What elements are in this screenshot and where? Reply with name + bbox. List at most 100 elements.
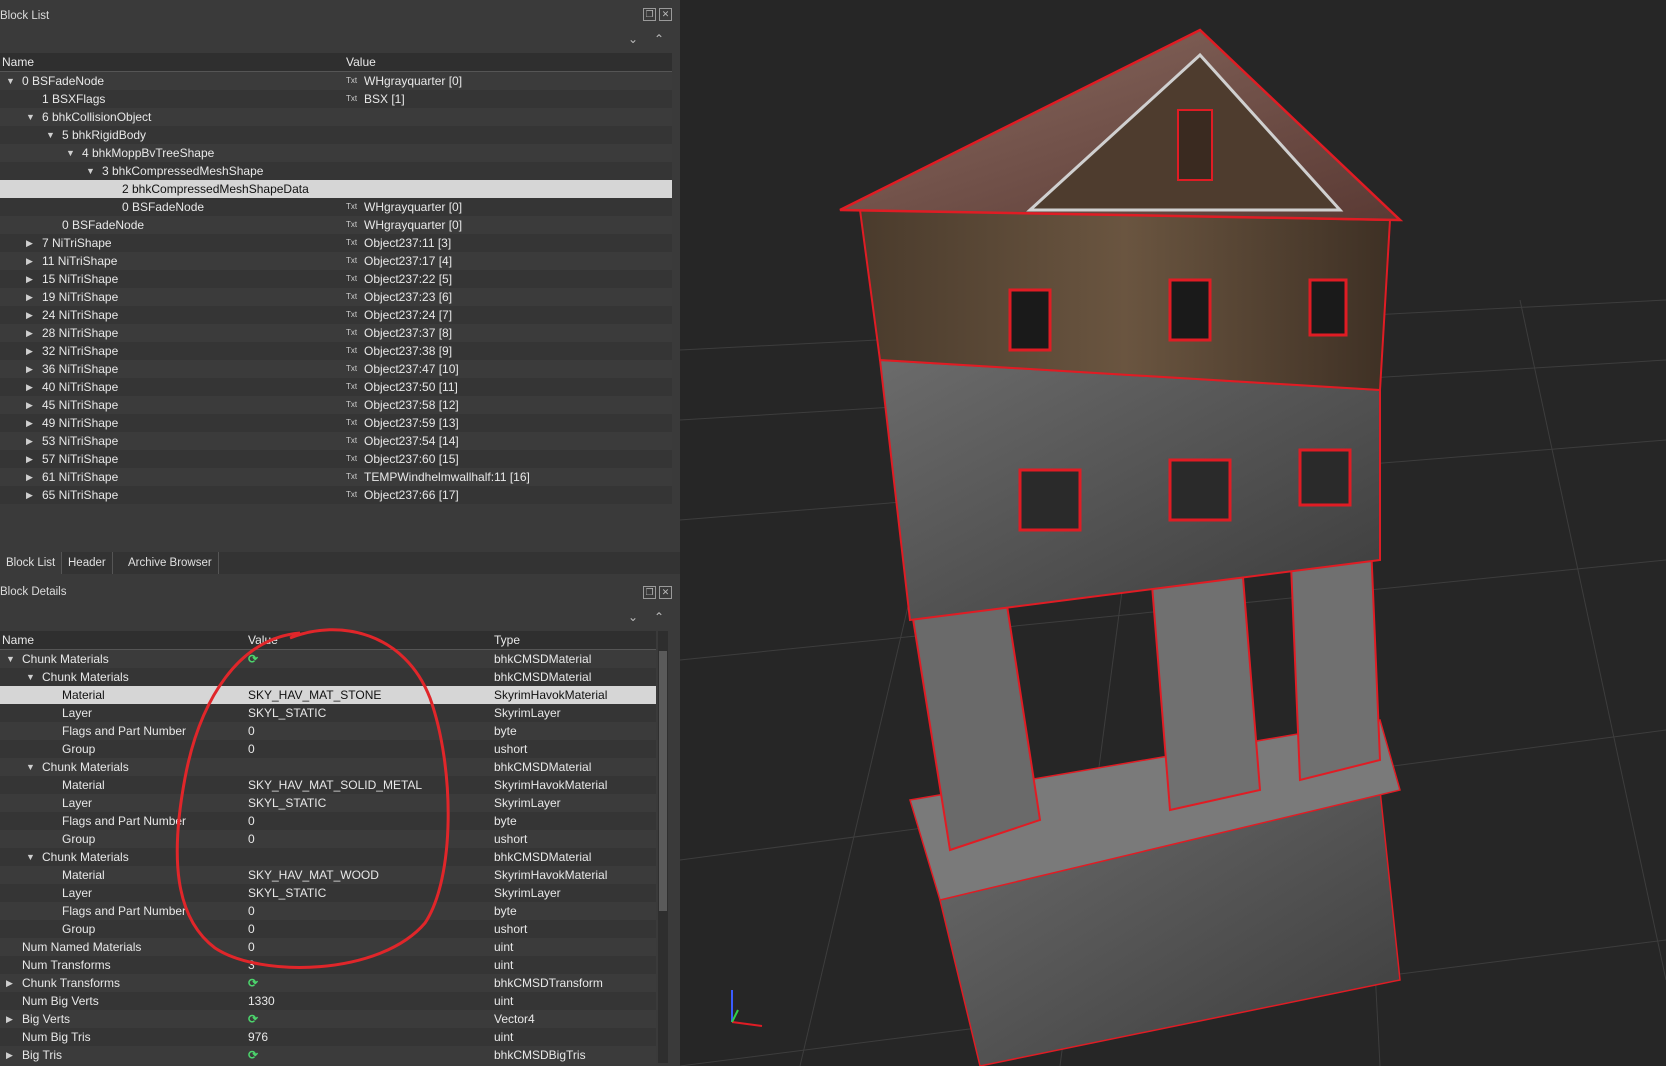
expand-arrow-icon[interactable]: ▶ [26,252,33,270]
details-row-value[interactable]: 976 [248,1030,268,1044]
collapse-arrow-icon[interactable]: ▼ [26,108,35,126]
refresh-icon[interactable]: ⟳ [248,1012,258,1026]
close-icon[interactable]: ✕ [659,586,672,599]
expand-arrow-icon[interactable]: ▶ [6,974,13,992]
collapse-arrow-icon[interactable]: ▼ [26,668,35,686]
expand-all-icon[interactable]: ⌄ [628,610,638,624]
expand-all-icon[interactable]: ⌄ [628,32,638,46]
details-row-value[interactable]: SKY_HAV_MAT_STONE [248,688,381,702]
details-row-value[interactable]: 0 [248,724,255,738]
details-row-value[interactable]: SKY_HAV_MAT_SOLID_METAL [248,778,422,792]
collapse-arrow-icon[interactable]: ▼ [66,144,75,162]
details-row[interactable]: Layer SKYL_STATIC SkyrimLayer [0,884,656,902]
expand-arrow-icon[interactable]: ▶ [26,288,33,306]
details-row[interactable]: ▼ Chunk Materials bhkCMSDMaterial [0,668,656,686]
tree-row[interactable]: ▶ 24 NiTriShape Txt Object237:24 [7] [0,306,672,324]
expand-arrow-icon[interactable]: ▶ [26,396,33,414]
details-row[interactable]: Flags and Part Number 0 byte [0,812,656,830]
tree-row[interactable]: ▶ 19 NiTriShape Txt Object237:23 [6] [0,288,672,306]
expand-arrow-icon[interactable]: ▶ [26,486,33,504]
float-icon[interactable]: ❐ [643,586,656,599]
expand-arrow-icon[interactable]: ▶ [26,270,33,288]
details-row[interactable]: Material SKY_HAV_MAT_STONE SkyrimHavokMate… [0,686,656,704]
tab-block-list[interactable]: Block List [0,552,63,574]
details-row-value[interactable]: 0 [248,742,255,756]
tab-header[interactable]: Header [62,552,113,574]
details-row[interactable]: ▼ Chunk Materials bhkCMSDMaterial [0,848,656,866]
expand-arrow-icon[interactable]: ▶ [26,468,33,486]
tree-row[interactable]: ▶ 11 NiTriShape Txt Object237:17 [4] [0,252,672,270]
details-row[interactable]: ▶ Big Tris ⟳ bhkCMSDBigTris [0,1046,656,1064]
tree-row[interactable]: 0 BSFadeNode Txt WHgrayquarter [0] [0,198,672,216]
details-row[interactable]: Num Named Materials 0 uint [0,938,656,956]
tree-row[interactable]: ▶ 65 NiTriShape Txt Object237:66 [17] [0,486,672,504]
collapse-all-icon[interactable]: ⌃ [654,32,664,46]
collapse-arrow-icon[interactable]: ▼ [26,758,35,776]
tree-row[interactable]: ▶ 49 NiTriShape Txt Object237:59 [13] [0,414,672,432]
details-row[interactable]: ▶ Big Verts ⟳ Vector4 [0,1010,656,1028]
details-row-value[interactable]: 0 [248,940,255,954]
tree-row[interactable]: ▼ 0 BSFadeNode Txt WHgrayquarter [0] [0,72,672,90]
details-row-value[interactable]: SKYL_STATIC [248,886,326,900]
details-row[interactable]: Group 0 ushort [0,830,656,848]
refresh-icon[interactable]: ⟳ [248,652,258,666]
tree-row[interactable]: 1 BSXFlags Txt BSX [1] [0,90,672,108]
details-row[interactable]: Flags and Part Number 0 byte [0,902,656,920]
details-row[interactable]: Layer SKYL_STATIC SkyrimLayer [0,704,656,722]
tree-row[interactable]: ▶ 45 NiTriShape Txt Object237:58 [12] [0,396,672,414]
refresh-icon[interactable]: ⟳ [248,1048,258,1062]
details-row-value[interactable]: 0 [248,922,255,936]
expand-arrow-icon[interactable]: ▶ [26,450,33,468]
collapse-all-icon[interactable]: ⌃ [654,610,664,624]
details-row-value[interactable]: 0 [248,832,255,846]
tree-row[interactable]: ▼ 6 bhkCollisionObject [0,108,672,126]
details-row[interactable]: ▼ Chunk Materials bhkCMSDMaterial [0,758,656,776]
expand-arrow-icon[interactable]: ▶ [26,414,33,432]
details-row[interactable]: Material SKY_HAV_MAT_WOOD SkyrimHavokMater… [0,866,656,884]
collapse-arrow-icon[interactable]: ▼ [6,650,15,668]
collapse-arrow-icon[interactable]: ▼ [86,162,95,180]
refresh-icon[interactable]: ⟳ [248,976,258,990]
column-header-name[interactable]: Name [2,633,34,647]
tree-row[interactable]: 0 BSFadeNode Txt WHgrayquarter [0] [0,216,672,234]
details-row[interactable]: Num Big Verts 1330 uint [0,992,656,1010]
tree-row[interactable]: ▶ 7 NiTriShape Txt Object237:11 [3] [0,234,672,252]
expand-arrow-icon[interactable]: ▶ [26,306,33,324]
tree-row[interactable]: ▶ 36 NiTriShape Txt Object237:47 [10] [0,360,672,378]
tab-archive-browser[interactable]: Archive Browser [122,552,219,574]
details-row-value[interactable]: 0 [248,814,255,828]
collapse-arrow-icon[interactable]: ▼ [26,848,35,866]
details-row[interactable]: Num Big Tris 976 uint [0,1028,656,1046]
details-row[interactable]: Num Transforms 3 uint [0,956,656,974]
tree-row[interactable]: ▼ 3 bhkCompressedMeshShape [0,162,672,180]
expand-arrow-icon[interactable]: ▶ [26,378,33,396]
details-scrollbar[interactable] [658,631,668,1063]
details-row[interactable]: Group 0 ushort [0,920,656,938]
3d-viewport[interactable] [680,0,1666,1066]
tree-row[interactable]: ▶ 53 NiTriShape Txt Object237:54 [14] [0,432,672,450]
float-icon[interactable]: ❐ [643,8,656,21]
details-row[interactable]: Group 0 ushort [0,740,656,758]
tree-row[interactable]: ▼ 4 bhkMoppBvTreeShape [0,144,672,162]
expand-arrow-icon[interactable]: ▶ [6,1010,13,1028]
details-row[interactable]: ▼ Chunk Materials ⟳ bhkCMSDMaterial [0,650,656,668]
collapse-arrow-icon[interactable]: ▼ [46,126,55,144]
details-row[interactable]: Material SKY_HAV_MAT_SOLID_METAL SkyrimHav… [0,776,656,794]
details-row-value[interactable]: 0 [248,904,255,918]
column-header-value[interactable]: Value [248,633,278,647]
column-header-value[interactable]: Value [346,55,376,69]
expand-arrow-icon[interactable]: ▶ [26,342,33,360]
column-header-name[interactable]: Name [2,55,34,69]
tree-row[interactable]: ▶ 28 NiTriShape Txt Object237:37 [8] [0,324,672,342]
details-row[interactable]: Flags and Part Number 0 byte [0,722,656,740]
column-header-type[interactable]: Type [494,633,520,647]
expand-arrow-icon[interactable]: ▶ [26,234,33,252]
expand-arrow-icon[interactable]: ▶ [26,432,33,450]
scrollbar-thumb[interactable] [659,651,667,911]
collapse-arrow-icon[interactable]: ▼ [6,72,15,90]
tree-row[interactable]: 2 bhkCompressedMeshShapeData [0,180,672,198]
tree-row[interactable]: ▼ 5 bhkRigidBody [0,126,672,144]
tree-row[interactable]: ▶ 61 NiTriShape Txt TEMPWindhelmwallhalf:11… [0,468,672,486]
details-row-value[interactable]: 3 [248,958,255,972]
details-row-value[interactable]: SKYL_STATIC [248,706,326,720]
